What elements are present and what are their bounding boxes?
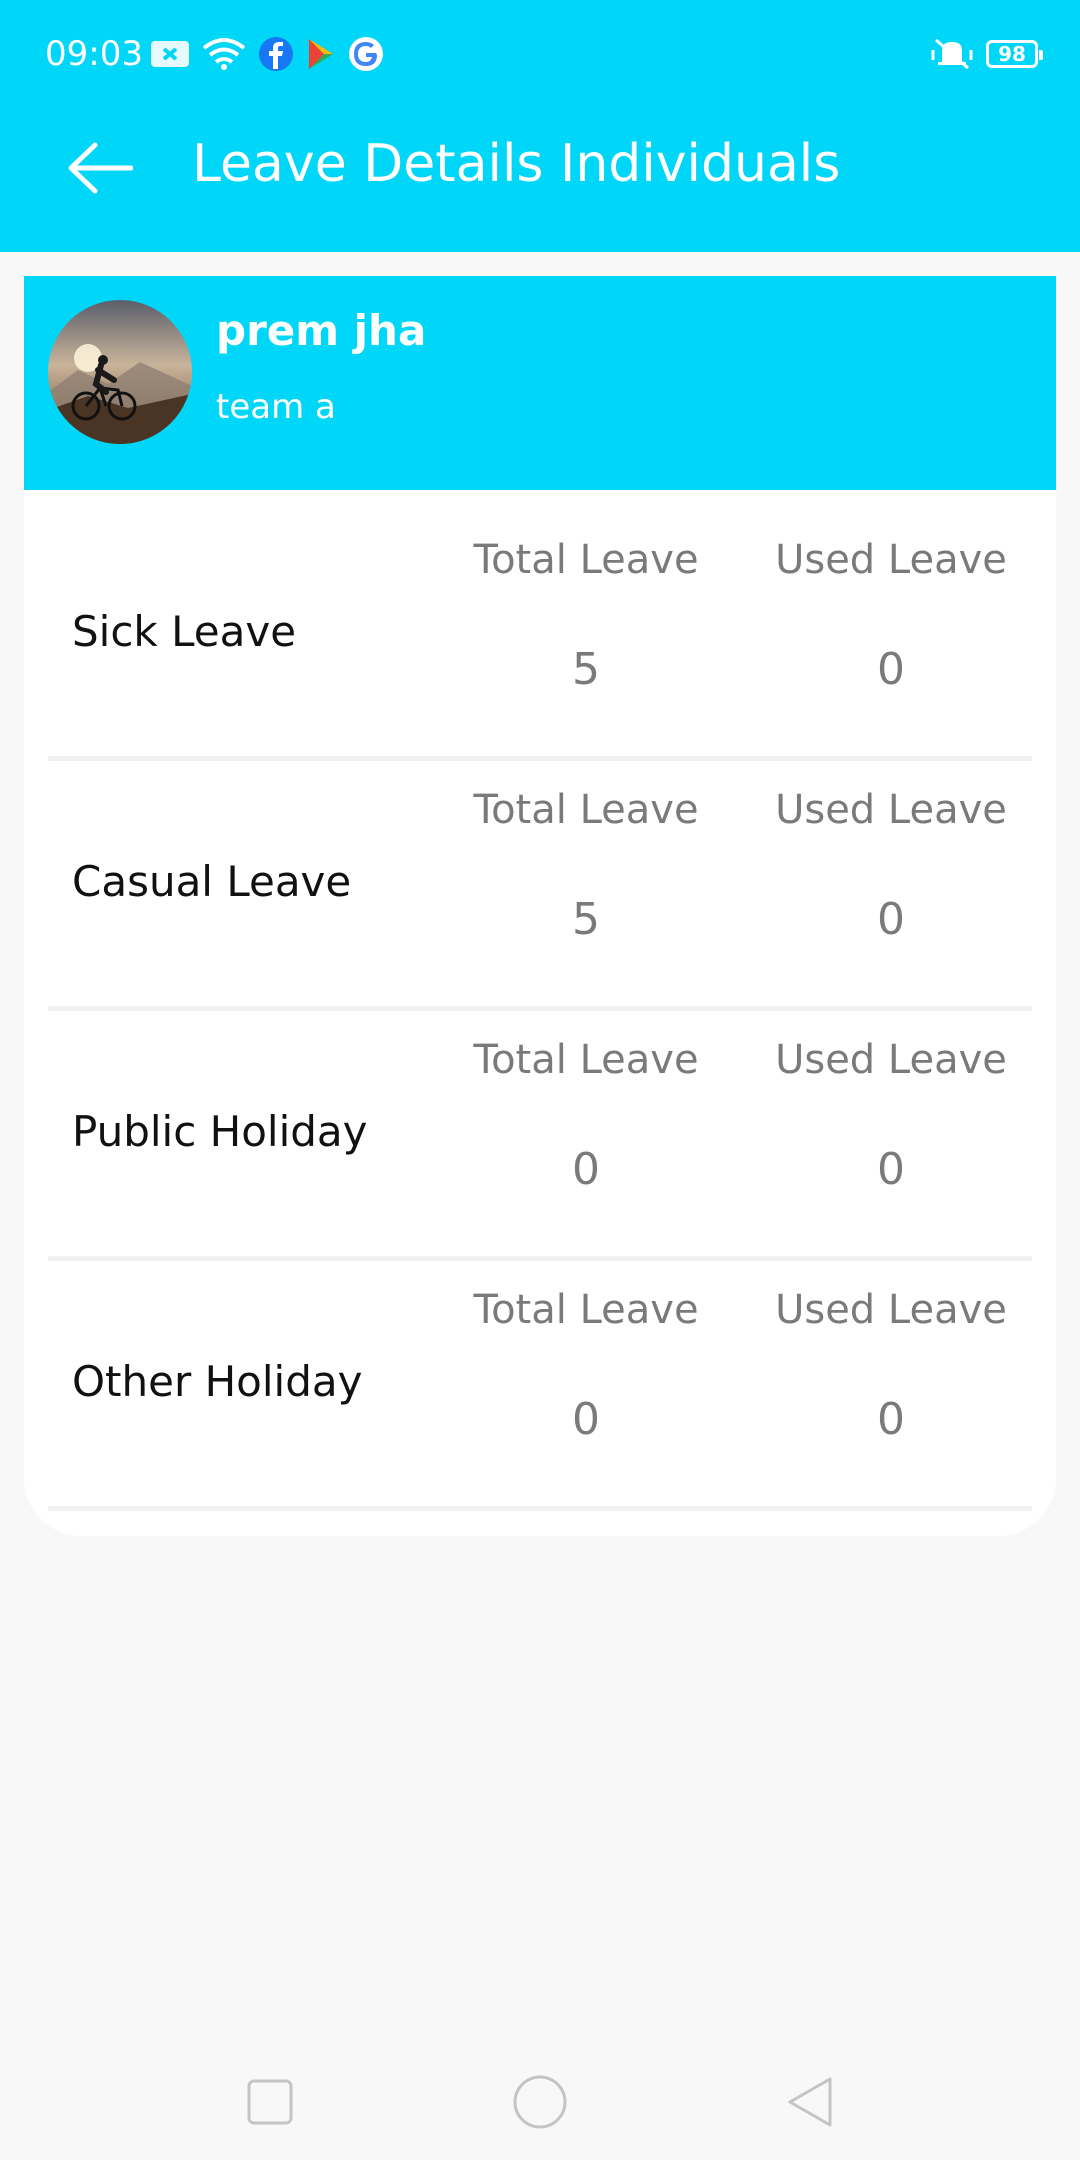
status-time: 09:03 [45,34,143,74]
status-bar: 09:03 98 [0,0,1080,110]
used-leave-value: 0 [877,894,905,945]
total-leave-label: Total Leave [473,1287,699,1333]
status-icons-right: 98 [930,30,1043,78]
back-icon [788,2077,832,2127]
page-title: Leave Details Individuals [192,134,841,194]
total-leave-value: 5 [572,894,600,945]
leave-row-other-holiday[interactable]: Other Holiday Total Leave 0 Used Leave 0 [24,1240,1056,1490]
mail-icon [151,41,189,67]
used-leave-value: 0 [877,1144,905,1195]
app-bar: 09:03 98 Leave Details Individuals [0,0,1080,252]
leave-type-label: Sick Leave [72,607,297,656]
cyclist-photo [48,300,192,444]
leave-type-label: Other Holiday [72,1357,363,1406]
total-leave-label: Total Leave [473,537,699,583]
leave-row-public-holiday[interactable]: Public Holiday Total Leave 0 Used Leave … [24,990,1056,1240]
used-leave-value: 0 [877,1394,905,1445]
leave-row-sick[interactable]: Sick Leave Total Leave 5 Used Leave 0 [24,490,1056,740]
arrow-left-icon [68,142,133,194]
system-nav-bar [0,2030,1080,2160]
used-leave-label: Used Leave [775,787,1007,833]
profile-name: prem jha [216,306,427,355]
back-nav-button[interactable] [770,2062,850,2142]
avatar[interactable] [48,300,192,444]
row-divider [48,1506,1032,1511]
total-leave-value: 5 [572,644,600,695]
used-leave-value: 0 [877,644,905,695]
facebook-icon [259,37,293,71]
profile-team: team a [216,387,336,427]
total-leave-value: 0 [572,1144,600,1195]
total-leave-value: 0 [572,1394,600,1445]
back-button[interactable] [62,132,138,204]
wifi-icon [202,38,246,70]
leave-row-casual[interactable]: Casual Leave Total Leave 5 Used Leave 0 [24,740,1056,990]
battery-icon: 98 [986,40,1043,68]
used-leave-label: Used Leave [775,1287,1007,1333]
recent-apps-button[interactable] [230,2062,310,2142]
home-button[interactable] [500,2062,580,2142]
home-icon [513,2075,567,2129]
total-leave-label: Total Leave [473,787,699,833]
vibrate-icon [931,38,973,70]
used-leave-label: Used Leave [775,537,1007,583]
recent-apps-icon [247,2079,293,2125]
used-leave-label: Used Leave [775,1037,1007,1083]
total-leave-label: Total Leave [473,1037,699,1083]
status-icons-left [150,30,384,78]
play-store-icon [309,39,333,69]
leave-type-label: Casual Leave [72,857,352,906]
google-icon [349,37,383,71]
leave-card: prem jha team a Sick Leave Total Leave 5… [24,276,1056,1536]
leave-type-label: Public Holiday [72,1107,368,1156]
profile-header: prem jha team a [24,276,1056,490]
